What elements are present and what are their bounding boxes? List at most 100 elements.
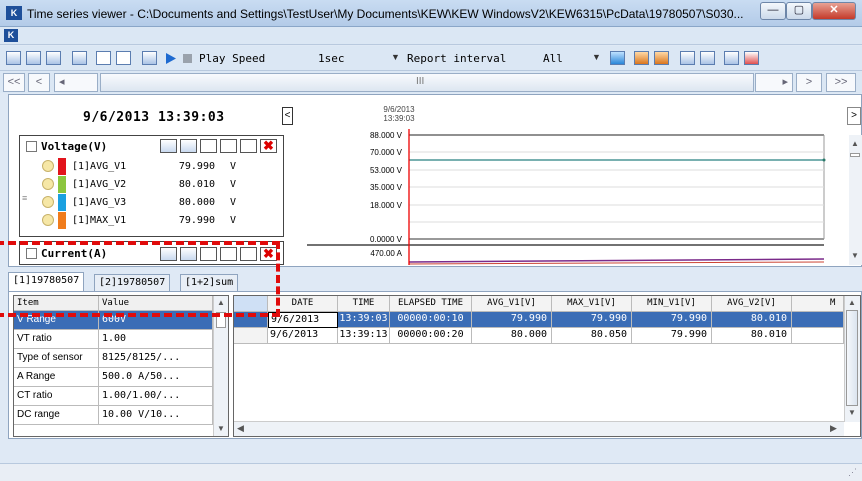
- row-header[interactable]: [234, 328, 268, 344]
- property-name[interactable]: Type of sensor: [14, 349, 99, 368]
- property-value[interactable]: 8125/8125/...: [99, 349, 213, 368]
- group-settings-icon[interactable]: [180, 247, 197, 261]
- table-cell[interactable]: 9/6/2013: [268, 312, 338, 328]
- bulb-icon[interactable]: [42, 214, 54, 226]
- close-button[interactable]: ✕: [812, 2, 856, 20]
- fit-window-icon[interactable]: [142, 51, 157, 65]
- bulb-icon[interactable]: [42, 196, 54, 208]
- group-copy-icon[interactable]: [220, 247, 237, 261]
- scroll-up-icon[interactable]: ▲: [848, 298, 856, 307]
- column-header[interactable]: MIN_V1[V]: [632, 296, 712, 312]
- column-header[interactable]: DATE: [268, 296, 338, 312]
- minimize-button[interactable]: —: [760, 2, 786, 20]
- channel-color-swatch[interactable]: [58, 158, 66, 175]
- corner-cell[interactable]: [234, 296, 268, 312]
- table-cell[interactable]: 80.050: [552, 328, 632, 344]
- play-speed-value[interactable]: 1sec: [318, 52, 345, 65]
- bulb-icon[interactable]: [42, 160, 54, 172]
- table-cell[interactable]: 00000:00:20: [390, 328, 472, 344]
- property-name[interactable]: DC range: [14, 406, 99, 425]
- tab-dataset-1[interactable]: [1]19780507: [8, 272, 85, 292]
- column-header[interactable]: AVG_V1[V]: [472, 296, 552, 312]
- scroll-left-button[interactable]: ◂: [54, 73, 98, 92]
- scroll-up-icon[interactable]: ▲: [851, 139, 859, 148]
- play-icon[interactable]: [166, 53, 176, 64]
- property-value[interactable]: 600V: [99, 311, 213, 330]
- group-view-icon[interactable]: [160, 139, 177, 153]
- refresh-icon[interactable]: [610, 51, 625, 65]
- system-menu-icon[interactable]: K: [4, 29, 18, 42]
- copy-icon[interactable]: [96, 51, 111, 65]
- layout-view-icon[interactable]: [6, 51, 21, 65]
- channel-color-swatch[interactable]: [58, 212, 66, 229]
- row-header[interactable]: [234, 312, 268, 328]
- table-cell[interactable]: 9/6/2013: [268, 328, 338, 344]
- group-blank-icon[interactable]: [240, 247, 257, 261]
- settings-icon[interactable]: [72, 51, 87, 65]
- property-name[interactable]: CT ratio: [14, 387, 99, 406]
- table-cell[interactable]: 79.990: [632, 328, 712, 344]
- property-name[interactable]: V Range: [14, 311, 99, 330]
- table-view-icon[interactable]: [46, 51, 61, 65]
- group-blank-icon[interactable]: [240, 139, 257, 153]
- import-icon[interactable]: [654, 51, 669, 65]
- group-settings-icon[interactable]: [180, 139, 197, 153]
- group-collapse-icon[interactable]: [200, 139, 217, 153]
- table-cell[interactable]: 80.000: [472, 328, 552, 344]
- property-name[interactable]: A Range: [14, 368, 99, 387]
- scroll-left-icon[interactable]: ◀: [237, 423, 244, 434]
- table-cell[interactable]: 80.010: [712, 312, 792, 328]
- property-value[interactable]: 1.00: [99, 330, 213, 349]
- last-button[interactable]: >>: [826, 73, 856, 92]
- table-cell[interactable]: 79.990: [632, 312, 712, 328]
- table-cell[interactable]: 13:39:03: [338, 312, 390, 328]
- column-header[interactable]: AVG_V2[V]: [712, 296, 792, 312]
- paste-icon[interactable]: [116, 51, 131, 65]
- data-vertical-scrollbar[interactable]: ▲ ▼: [844, 296, 860, 422]
- column-header[interactable]: Value: [99, 296, 213, 311]
- column-header[interactable]: MAX_V1[V]: [552, 296, 632, 312]
- table-cell[interactable]: 13:39:13: [338, 328, 390, 344]
- scroll-thumb[interactable]: [216, 312, 226, 328]
- channel-row[interactable]: [1]AVG_V2 80.010 V: [20, 176, 283, 194]
- property-value[interactable]: 10.00 V/10...: [99, 406, 213, 425]
- group-collapse-icon[interactable]: [200, 247, 217, 261]
- group-close-icon[interactable]: ✖: [260, 139, 277, 153]
- first-button[interactable]: <<: [3, 73, 25, 92]
- scroll-right-button[interactable]: ▸: [755, 73, 793, 92]
- tab-dataset-2[interactable]: [2]19780507: [94, 274, 171, 292]
- prev-button[interactable]: <: [28, 73, 50, 92]
- export-icon[interactable]: [634, 51, 649, 65]
- timeline-scroll-thumb[interactable]: III: [101, 74, 753, 91]
- tab-sum[interactable]: [1+2]sum: [180, 274, 239, 292]
- group-close-icon[interactable]: ✖: [260, 247, 277, 261]
- property-name[interactable]: VT ratio: [14, 330, 99, 349]
- scroll-right-icon[interactable]: ▶: [830, 423, 837, 434]
- list-view-icon[interactable]: [26, 51, 41, 65]
- scroll-down-icon[interactable]: ▼: [851, 251, 859, 260]
- voltage-current-graph[interactable]: 88.000 V 70.000 V 53.000 V 35.000 V 18.0…: [299, 129, 829, 265]
- group-view-icon[interactable]: [160, 247, 177, 261]
- timeline-scrollbar[interactable]: III: [100, 73, 754, 92]
- table-cell[interactable]: 00000:00:10: [390, 312, 472, 328]
- delete-icon[interactable]: [744, 51, 759, 65]
- scroll-up-icon[interactable]: ▲: [217, 298, 225, 307]
- report-interval-value[interactable]: All: [543, 52, 563, 65]
- play-speed-dropdown-icon[interactable]: ▼: [391, 52, 400, 62]
- table-cell[interactable]: [792, 312, 844, 328]
- current-group-checkbox[interactable]: [26, 248, 37, 259]
- print-icon[interactable]: [680, 51, 695, 65]
- properties-scrollbar[interactable]: ▲ ▼: [213, 296, 228, 436]
- channel-row[interactable]: [1]MAX_V1 79.990 V: [20, 212, 283, 230]
- resize-grip-icon[interactable]: ⋰: [848, 467, 857, 478]
- scroll-down-icon[interactable]: ▼: [217, 424, 225, 433]
- property-value[interactable]: 1.00/1.00/...: [99, 387, 213, 406]
- channel-row[interactable]: [1]AVG_V1 79.990 V: [20, 158, 283, 176]
- column-header[interactable]: TIME: [338, 296, 390, 312]
- table-cell[interactable]: 79.990: [552, 312, 632, 328]
- next-button[interactable]: >: [796, 73, 822, 92]
- group-copy-icon[interactable]: [220, 139, 237, 153]
- channel-color-swatch[interactable]: [58, 176, 66, 193]
- scroll-down-icon[interactable]: ▼: [848, 408, 856, 417]
- column-header[interactable]: ELAPSED TIME: [390, 296, 472, 312]
